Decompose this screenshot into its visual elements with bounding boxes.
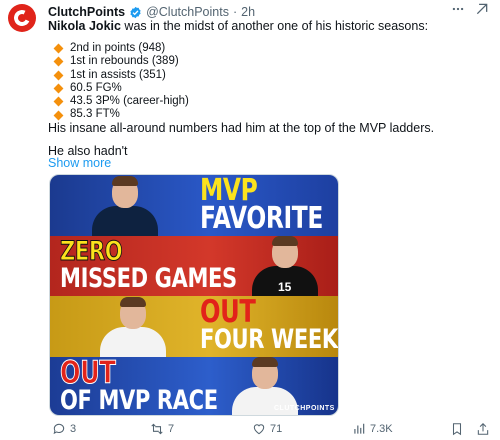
tweet-lead-text: was in the midst of another one of his h…: [120, 19, 429, 33]
bookmark-icon: [452, 423, 462, 436]
heart-icon: [253, 424, 265, 435]
avatar[interactable]: [8, 4, 36, 32]
separator-dot: ·: [232, 5, 238, 19]
orange-diamond-icon: [53, 56, 64, 67]
stat-text: 60.5 FG%: [70, 81, 122, 94]
views-count: 7.3K: [370, 423, 393, 435]
reply-button[interactable]: 3: [52, 420, 76, 438]
views-button[interactable]: 7.3K: [352, 420, 393, 438]
watermark: CLUTCHPOINTS: [274, 404, 335, 412]
tweet-actions: 3 7 71 7.3K: [48, 420, 493, 438]
orange-diamond-icon: [53, 43, 64, 54]
share-icon: [477, 423, 489, 435]
panel-zero-missed-games: ZERO MISSED GAMES 15: [50, 235, 338, 296]
tweet-text: Nikola Jokic was in the midst of another…: [48, 19, 488, 34]
tweet[interactable]: ClutchPoints @ClutchPoints · 2h Nikola J…: [0, 0, 500, 440]
stat-item: 2nd in points (948): [53, 42, 189, 55]
share-button[interactable]: [476, 420, 490, 438]
panel-out-four-weeks: OUT FOUR WEEKS: [50, 296, 339, 357]
jersey-number: 15: [278, 280, 292, 294]
stat-item: 60.5 FG%: [53, 81, 189, 95]
panel-subline: FAVORITE: [200, 201, 323, 236]
like-button[interactable]: 71: [252, 420, 282, 438]
orange-diamond-icon: [53, 110, 64, 121]
grok-icon[interactable]: [475, 2, 489, 16]
like-count: 71: [270, 423, 283, 435]
panel-headline: OUT: [200, 296, 256, 330]
stat-text: 1st in assists (351): [70, 68, 166, 81]
player-photo: [96, 296, 170, 357]
stats-list: 2nd in points (948) 1st in rebounds (389…: [53, 42, 189, 122]
clutchpoints-logo-icon: [11, 7, 33, 29]
show-more-link[interactable]: Show more: [48, 156, 111, 171]
panel-out-of-mvp-race: OUT OF MVP RACE CLUTCHPOINTS: [50, 356, 338, 415]
timestamp[interactable]: 2h: [241, 5, 255, 19]
panel-subline: FOUR WEEKS: [200, 324, 339, 355]
stat-item: 85.3 FT%: [53, 108, 189, 121]
stat-text: 1st in rebounds (389): [70, 55, 179, 68]
verified-badge-icon: [130, 6, 141, 18]
stat-text: 2nd in points (948): [70, 42, 166, 54]
reply-count: 3: [70, 423, 77, 435]
panel-mvp-favorite: MVP FAVORITE: [50, 175, 338, 236]
bookmark-button[interactable]: [450, 420, 464, 438]
author-name[interactable]: ClutchPoints: [48, 5, 125, 19]
stat-text: 85.3 FT%: [70, 108, 120, 121]
repost-button[interactable]: 7: [150, 420, 174, 438]
orange-diamond-icon: [53, 70, 64, 81]
orange-diamond-icon: [53, 96, 64, 107]
tweet-header: ClutchPoints @ClutchPoints · 2h: [48, 4, 255, 20]
stat-item: 1st in assists (351): [53, 68, 189, 82]
stat-item: 43.5 3P% (career-high): [53, 95, 189, 108]
player-photo: [88, 175, 162, 236]
panel-headline: ZERO: [60, 235, 123, 267]
tweet-image[interactable]: MVP FAVORITE ZERO MISSED GAMES 15 OUT FO…: [49, 174, 339, 416]
reply-icon: [53, 423, 65, 435]
more-options-icon[interactable]: [451, 2, 465, 16]
stat-text: 43.5 3P% (career-high): [70, 95, 189, 108]
panel-headline: OUT: [60, 356, 117, 391]
views-icon: [354, 423, 365, 434]
author-handle[interactable]: @ClutchPoints: [146, 5, 229, 19]
repost-count: 7: [168, 423, 175, 435]
repost-icon: [151, 423, 163, 435]
stat-item: 1st in rebounds (389): [53, 55, 189, 68]
orange-diamond-icon: [53, 83, 64, 94]
player-photo: 15: [248, 236, 322, 296]
player-name-bold: Nikola Jokic: [48, 19, 121, 33]
tweet-paragraph: His insane all-around numbers had him at…: [48, 121, 435, 135]
